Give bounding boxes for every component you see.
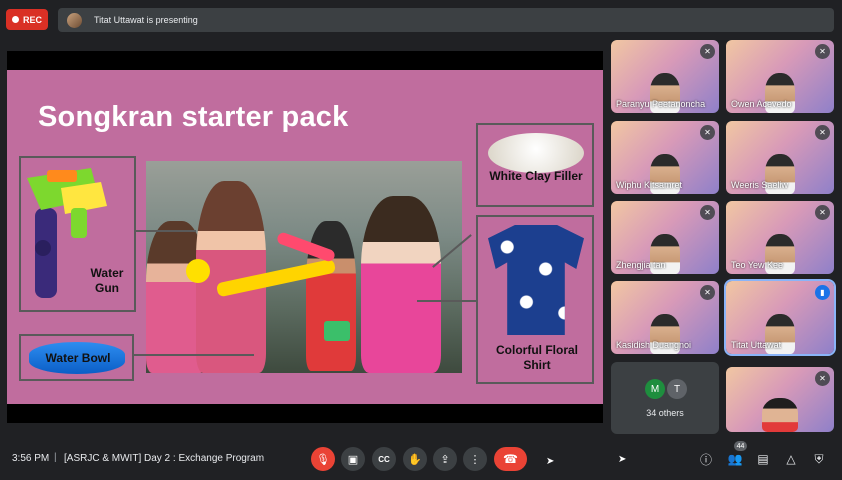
raise-hand-icon[interactable]: ✋ xyxy=(403,447,427,471)
songkran-photo xyxy=(146,161,462,373)
people-icon[interactable]: 👥 xyxy=(725,449,745,469)
more-vert-icon[interactable]: ⋮ xyxy=(463,447,487,471)
meeting-controls-bar: 3:56 PM | [ASRJC & MWIT] Day 2 : Exchang… xyxy=(0,440,842,480)
slide-title: Songkran starter pack xyxy=(38,101,349,133)
people-count-badge: 44 xyxy=(734,441,747,451)
participant-name: Titat Uttawat xyxy=(731,340,782,350)
participant-tile[interactable]: ✕ Owen Acevedo xyxy=(726,40,834,113)
activities-icon[interactable]: △ xyxy=(781,449,801,469)
mic-off-icon: ✕ xyxy=(700,205,715,220)
participant-name: Zhengjia tan xyxy=(616,260,666,270)
recording-badge: REC xyxy=(6,9,48,30)
participant-tile[interactable]: ✕ Weeris Saeliw xyxy=(726,121,834,194)
participant-tile[interactable]: ✕ Paranyu Peetanoncha xyxy=(611,40,719,113)
mouse-cursor-icon: ➤ xyxy=(618,454,627,465)
end-call-icon[interactable]: ☎ xyxy=(494,447,527,471)
participant-name: Weeris Saeliw xyxy=(731,180,788,190)
participant-tile[interactable]: ✕ Wiphu Kitsamret xyxy=(611,121,719,194)
mic-off-icon: ✕ xyxy=(815,125,830,140)
mic-off-icon: ✕ xyxy=(700,44,715,59)
white-clay-label: White Clay Filler xyxy=(489,169,583,183)
participant-name: Owen Acevedo xyxy=(731,99,792,109)
presenter-avatar xyxy=(67,12,82,28)
white-clay-box: White Clay Filler xyxy=(476,123,594,207)
floral-shirt-box: Colorful Floral Shirt xyxy=(476,215,594,384)
participant-tile[interactable]: ✕ Zhengjia tan xyxy=(611,201,719,274)
mic-off-icon: ✕ xyxy=(815,371,830,386)
presenting-banner: Titat Uttawat is presenting xyxy=(58,8,834,32)
separator: | xyxy=(54,452,57,463)
shared-screen: Songkran starter pack Water Gun Water Bo… xyxy=(7,51,603,423)
water-bowl-box: Water Bowl xyxy=(19,334,134,381)
participant-name: Wiphu Kitsamret xyxy=(616,180,683,190)
participant-tile[interactable]: ✕ Kasidish Duangnoi xyxy=(611,281,719,354)
presentation-slide: Songkran starter pack Water Gun Water Bo… xyxy=(7,70,603,404)
chat-icon[interactable]: ▤ xyxy=(753,449,773,469)
presenting-text: Titat Uttawat is presenting xyxy=(94,15,198,25)
participant-name: Paranyu Peetanoncha xyxy=(616,99,706,109)
participant-name: Teo Yew Kee xyxy=(731,260,784,270)
mic-off-icon: ✕ xyxy=(700,285,715,300)
captions-icon[interactable]: CC xyxy=(372,447,396,471)
host-controls-icon[interactable]: ⛨ xyxy=(809,449,829,469)
participant-name: Kasidish Duangnoi xyxy=(616,340,692,350)
mic-off-icon: ✕ xyxy=(815,205,830,220)
speaking-indicator-icon: ▮ xyxy=(815,285,830,300)
floral-shirt-icon xyxy=(488,225,584,335)
present-icon[interactable]: ⇪ xyxy=(433,447,457,471)
self-view-tile[interactable]: ✕ xyxy=(726,367,834,432)
meeting-name: [ASRJC & MWIT] Day 2 : Exchange Program xyxy=(64,453,265,464)
info-icon[interactable]: ⓘ xyxy=(696,449,716,469)
white-clay-icon xyxy=(488,133,584,173)
water-gun-box: Water Gun xyxy=(19,156,136,312)
others-tile[interactable]: M T 34 others xyxy=(611,362,719,434)
avatar: M xyxy=(645,379,665,399)
mouse-cursor-icon: ➤ xyxy=(546,456,555,467)
record-dot-icon xyxy=(11,16,19,23)
water-gun-label: Water Gun xyxy=(90,266,124,295)
mic-off-icon: ✕ xyxy=(815,44,830,59)
participant-tile[interactable]: ✕ Teo Yew Kee xyxy=(726,201,834,274)
others-count: 34 others xyxy=(646,408,684,418)
rec-label: REC xyxy=(22,14,42,25)
camera-icon[interactable]: ▣ xyxy=(341,447,365,471)
mic-off-icon: ✕ xyxy=(700,125,715,140)
avatar: T xyxy=(667,379,687,399)
mic-off-icon[interactable]: 🎙 xyxy=(311,447,335,471)
participant-tile-active-speaker[interactable]: ▮ Titat Uttawat xyxy=(724,279,836,356)
meeting-time: 3:56 PM xyxy=(12,453,50,464)
floral-shirt-label: Colorful Floral Shirt xyxy=(496,343,578,372)
water-bowl-label: Water Bowl xyxy=(45,351,111,365)
